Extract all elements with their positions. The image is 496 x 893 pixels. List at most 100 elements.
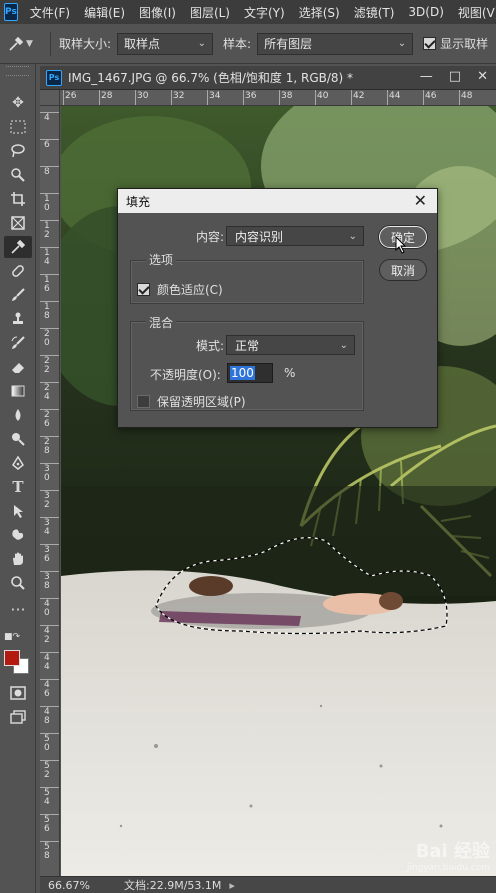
ruler-tick: [40, 571, 59, 572]
ruler-tick: [351, 90, 352, 105]
eyedropper-icon: [9, 36, 24, 51]
ruler-tick-label: 46: [44, 680, 50, 699]
ruler-tick-label: 22: [44, 356, 50, 375]
ruler-tick-label: 54: [44, 788, 50, 807]
ruler-tick: [40, 463, 59, 464]
default-colors-icon[interactable]: ■↷: [4, 632, 20, 642]
menu-select[interactable]: 选择(S): [293, 4, 348, 21]
maximize-icon[interactable]: □: [449, 69, 461, 84]
content-label: 内容:: [196, 230, 225, 244]
ruler-tick: [40, 598, 59, 599]
blur-tool-icon[interactable]: [4, 404, 32, 426]
ruler-tick-label: 6: [44, 140, 50, 150]
content-select[interactable]: 内容识别 ⌄: [226, 226, 364, 246]
menu-edit[interactable]: 编辑(E): [78, 4, 133, 21]
ruler-tick: [40, 220, 59, 221]
ruler-tick: [40, 274, 59, 275]
document-title: IMG_1467.JPG @ 66.7% (色相/饱和度 1, RGB/8) *: [68, 71, 354, 85]
preserve-transparency-label: 保留透明区域(P): [157, 395, 246, 409]
ruler-tick-label: 38: [281, 91, 293, 101]
sample-select[interactable]: 所有图层 ⌄: [257, 32, 414, 55]
ruler-tick-label: 28: [101, 91, 113, 101]
baidu-watermark: Bai 经验 jingyan.baidu.com: [407, 837, 490, 873]
gradient-tool-icon[interactable]: [4, 380, 32, 402]
ruler-tick: [40, 625, 59, 626]
eyedropper-tool-icon[interactable]: [4, 236, 32, 258]
ruler-tick-label: 36: [245, 91, 257, 101]
ruler-tick: [40, 382, 59, 383]
horizontal-ruler[interactable]: 26 28 30 32 34 36 38 40 42 44 46 48: [60, 90, 496, 106]
panel-grip[interactable]: [6, 66, 29, 76]
photoshop-logo-icon[interactable]: Ps: [4, 3, 18, 21]
ruler-tick: [243, 90, 244, 105]
type-tool-icon[interactable]: T: [4, 476, 32, 498]
clone-stamp-tool-icon[interactable]: [4, 308, 32, 330]
menu-filter[interactable]: 滤镜(T): [348, 4, 403, 21]
opacity-input[interactable]: 100: [227, 363, 273, 383]
healing-brush-tool-icon[interactable]: [4, 260, 32, 282]
vertical-ruler[interactable]: 4 6 8 10 12 14 16 18 20 22 24 26 28 30 32 34 36 38 40 42 44 4…: [40, 106, 60, 876]
menu-3d[interactable]: 3D(D): [402, 5, 451, 19]
show-ring-label: 显示取样: [440, 37, 489, 51]
chevron-right-icon[interactable]: ▸: [229, 879, 235, 892]
zoom-level[interactable]: 66.67%: [40, 879, 92, 892]
ruler-tick-label: 40: [44, 599, 50, 618]
move-tool-icon[interactable]: ✥: [4, 92, 32, 114]
quick-mask-icon[interactable]: [4, 682, 32, 704]
blending-group-title: 混合: [146, 314, 177, 331]
history-brush-tool-icon[interactable]: [4, 332, 32, 354]
pen-tool-icon[interactable]: [4, 452, 32, 474]
menu-layer[interactable]: 图层(L): [184, 4, 238, 21]
ruler-tick-label: 44: [389, 91, 401, 101]
checkbox-icon: [423, 37, 437, 50]
brush-tool-icon[interactable]: [4, 284, 32, 306]
watermark-main-text: Bai 经验: [415, 841, 490, 862]
crop-tool-icon[interactable]: [4, 188, 32, 210]
chevron-down-icon: ⌄: [339, 339, 348, 351]
ruler-tick-label: 16: [44, 275, 50, 294]
quick-select-tool-icon[interactable]: [4, 164, 32, 186]
menu-file[interactable]: 文件(F): [24, 4, 78, 21]
ruler-tick: [40, 733, 59, 734]
zoom-tool-icon[interactable]: [4, 572, 32, 594]
ruler-tick-label: 10: [44, 194, 50, 213]
hand-tool-icon[interactable]: [4, 548, 32, 570]
cancel-button[interactable]: 取消: [379, 259, 427, 281]
close-icon[interactable]: ✕: [414, 193, 427, 209]
document-info[interactable]: 文档:22.9M/53.1M: [92, 877, 221, 893]
marquee-tool-icon[interactable]: [4, 116, 32, 138]
menu-image[interactable]: 图像(I): [133, 4, 184, 21]
ruler-tick: [387, 90, 388, 105]
ruler-tick-label: 32: [44, 491, 50, 510]
sample-label: 样本:: [223, 37, 252, 51]
minimize-icon[interactable]: —: [420, 69, 433, 84]
color-adaptation-checkbox[interactable]: 颜色适应(C): [137, 281, 223, 298]
menu-view[interactable]: 视图(V): [452, 4, 496, 21]
dialog-titlebar[interactable]: 填充 ✕: [118, 189, 437, 213]
mouse-pointer-icon: [395, 236, 407, 254]
document-tab[interactable]: Ps IMG_1467.JPG @ 66.7% (色相/饱和度 1, RGB/8…: [40, 66, 496, 90]
eraser-tool-icon[interactable]: [4, 356, 32, 378]
ruler-tick: [423, 90, 424, 105]
foreground-color-swatch[interactable]: [4, 650, 20, 666]
more-tools-icon[interactable]: ···: [4, 598, 32, 620]
menu-type[interactable]: 文字(Y): [238, 4, 293, 21]
ruler-tick-label: 38: [44, 572, 50, 591]
show-ring-checkbox[interactable]: 显示取样: [423, 35, 488, 52]
screen-mode-icon[interactable]: [4, 706, 32, 728]
frame-tool-icon[interactable]: [4, 212, 32, 234]
ruler-tick-label: 52: [44, 761, 50, 780]
lasso-tool-icon[interactable]: [4, 140, 32, 162]
close-icon[interactable]: ✕: [477, 69, 488, 84]
chevron-down-icon: ⌄: [197, 38, 207, 49]
dodge-tool-icon[interactable]: [4, 428, 32, 450]
watermark-url-text: jingyan.baidu.com: [406, 863, 490, 873]
tool-preset-picker[interactable]: ▼: [4, 32, 42, 56]
path-selection-tool-icon[interactable]: [4, 500, 32, 522]
ruler-origin[interactable]: [40, 90, 60, 106]
custom-shape-tool-icon[interactable]: [4, 524, 32, 546]
mode-select[interactable]: 正常 ⌄: [226, 335, 355, 355]
ruler-tick-label: 14: [44, 248, 50, 267]
sample-size-select[interactable]: 取样点 ⌄: [117, 32, 214, 55]
preserve-transparency-checkbox[interactable]: 保留透明区域(P): [137, 393, 246, 410]
